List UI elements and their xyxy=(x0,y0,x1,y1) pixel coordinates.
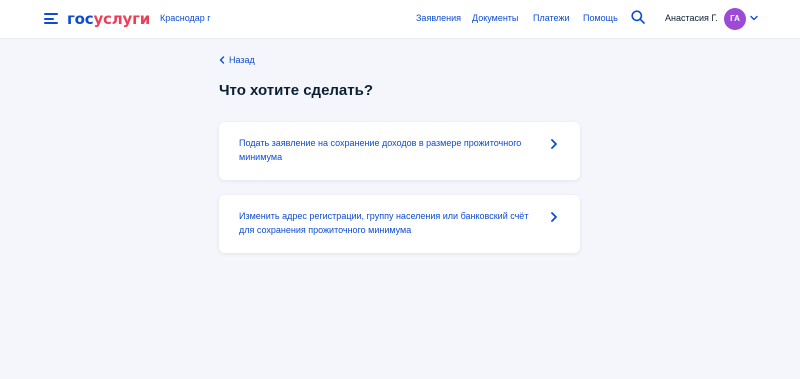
logo-part-gos: гос xyxy=(67,10,94,28)
nav-applications[interactable]: Заявления xyxy=(416,13,461,23)
avatar[interactable]: ГА xyxy=(724,8,746,30)
nav-help[interactable]: Помощь xyxy=(583,13,618,23)
option-card-save-income[interactable]: Подать заявление на сохранение доходов в… xyxy=(219,122,580,180)
search-icon[interactable] xyxy=(631,10,645,24)
nav-documents[interactable]: Документы xyxy=(472,13,518,23)
chevron-left-icon xyxy=(219,56,225,64)
back-link[interactable]: Назад xyxy=(219,55,255,65)
top-header: госуслуги Краснодар г Заявления Документ… xyxy=(0,0,800,39)
menu-icon[interactable] xyxy=(44,13,58,24)
chevron-right-icon xyxy=(551,212,557,222)
back-label: Назад xyxy=(229,55,255,65)
user-name[interactable]: Анастасия Г. xyxy=(665,13,718,23)
chevron-right-icon xyxy=(551,139,557,149)
option-card-change-address[interactable]: Изменить адрес регистрации, группу насел… xyxy=(219,195,580,253)
logo-part-uslugi: услуги xyxy=(93,10,151,28)
page-title: Что хотите сделать? xyxy=(219,82,374,99)
nav-payments[interactable]: Платежи xyxy=(533,13,570,23)
option-label: Изменить адрес регистрации, группу насел… xyxy=(239,211,529,235)
chevron-down-icon[interactable] xyxy=(750,14,758,22)
gosuslugi-logo[interactable]: госуслуги xyxy=(67,10,150,28)
city-selector[interactable]: Краснодар г xyxy=(160,13,211,23)
option-label: Подать заявление на сохранение доходов в… xyxy=(239,138,522,162)
